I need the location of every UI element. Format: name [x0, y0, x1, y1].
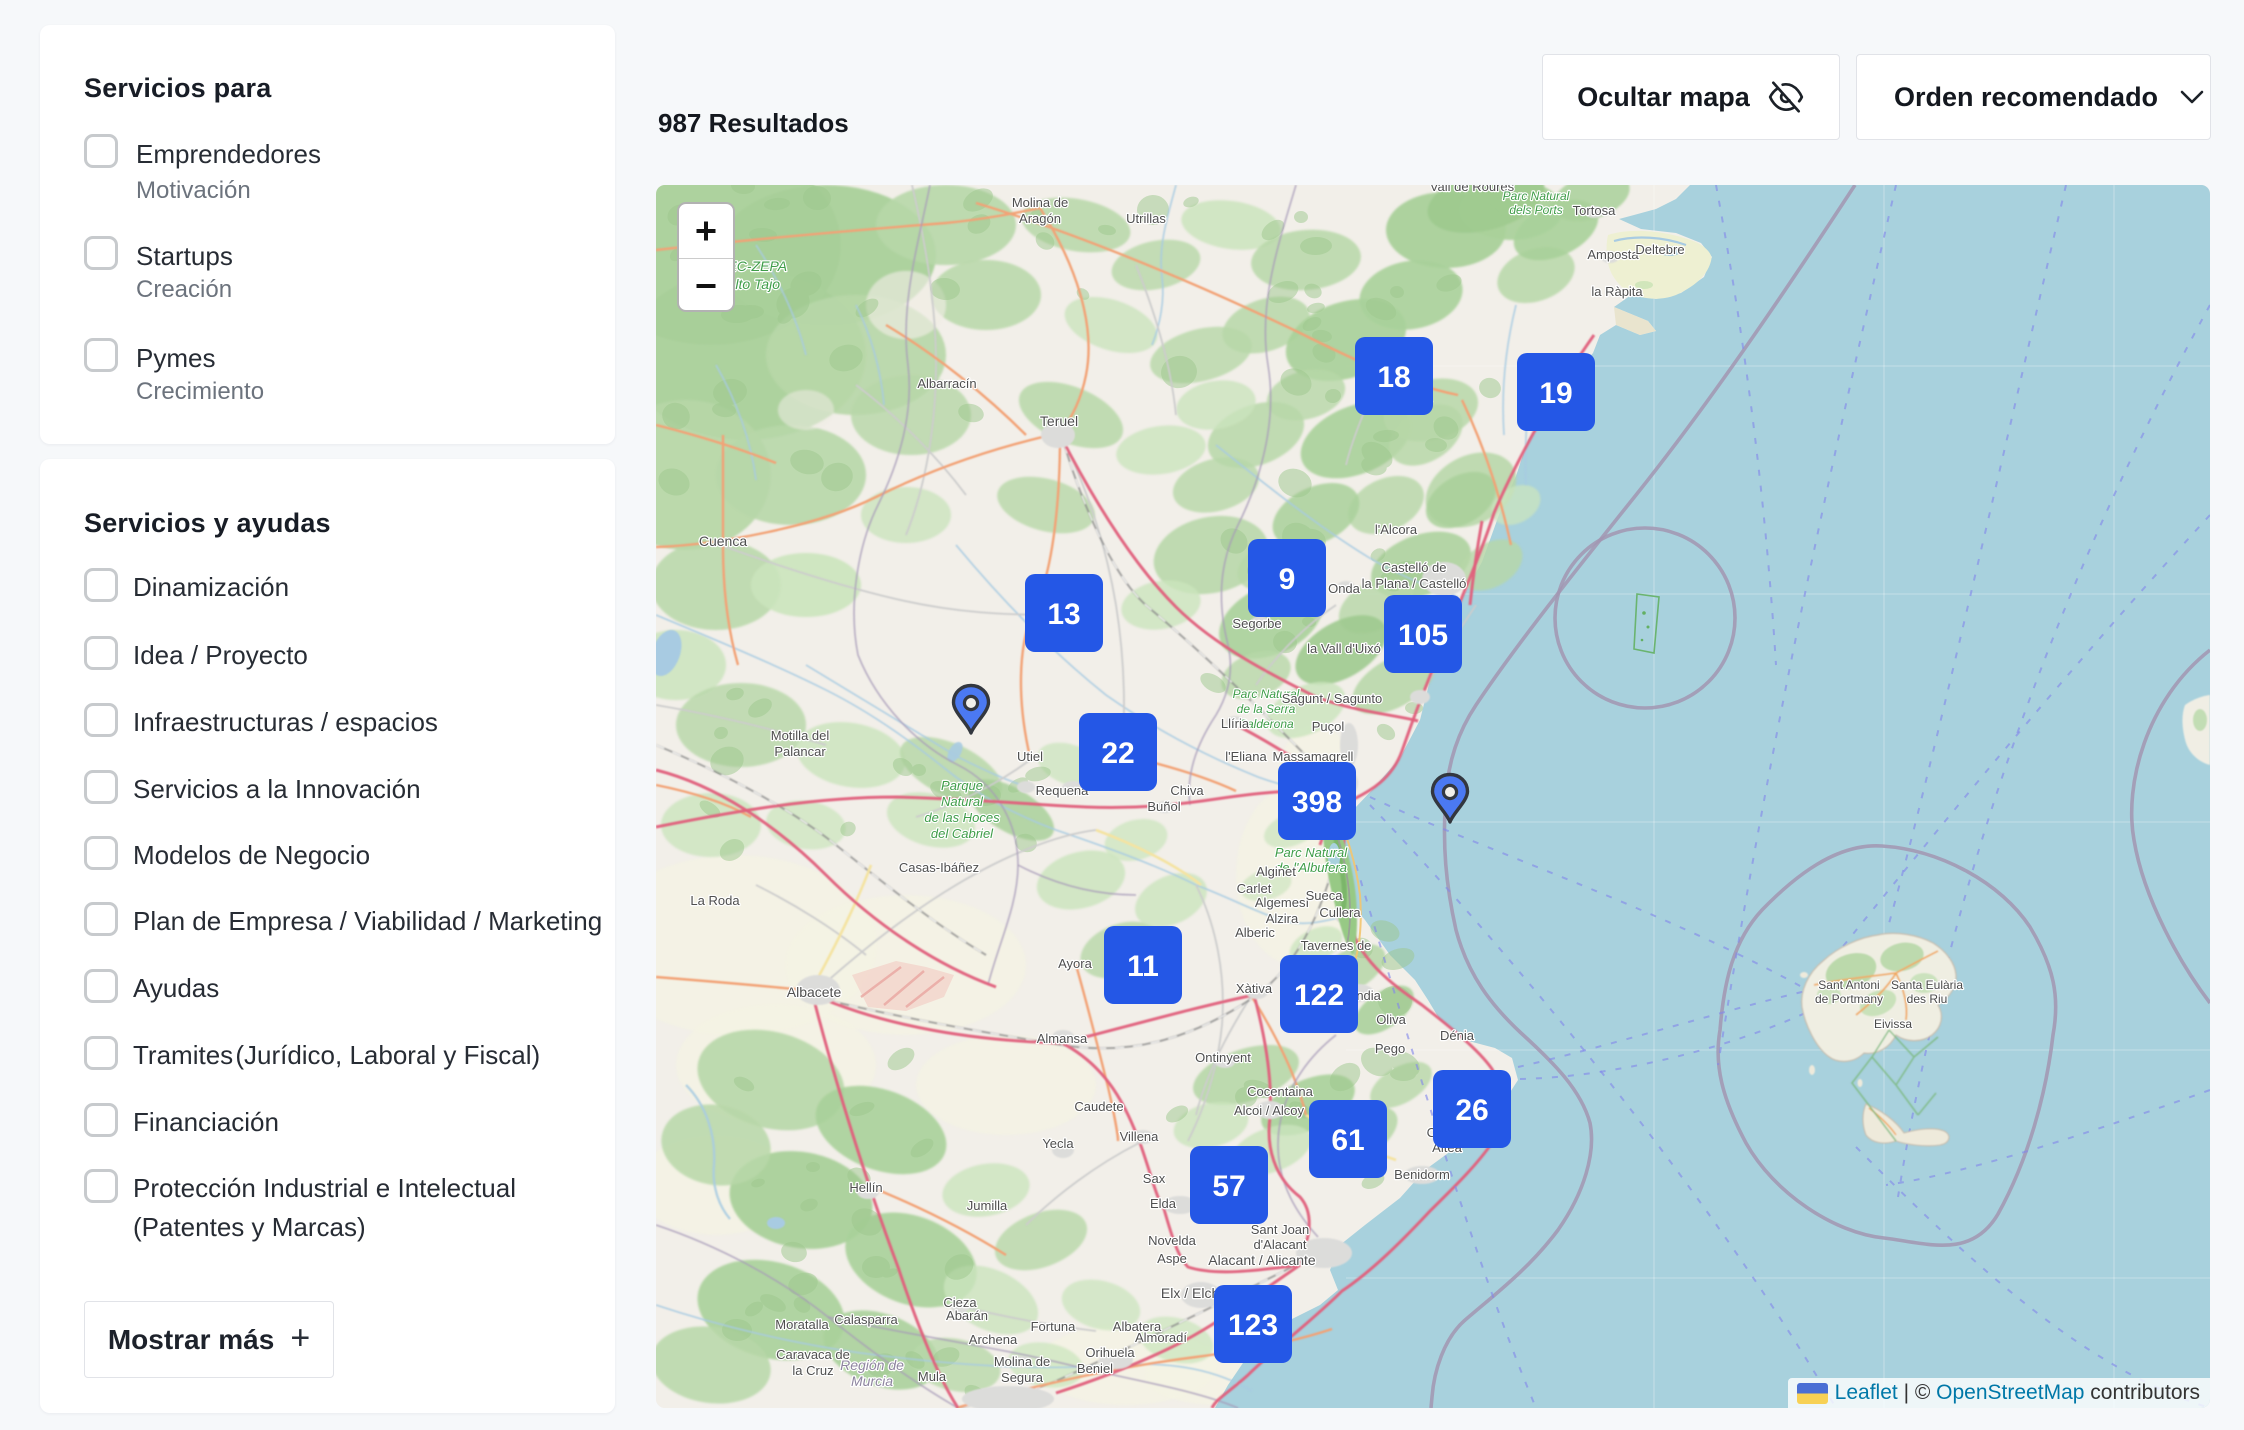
svg-text:Pego: Pego — [1375, 1041, 1405, 1056]
svg-text:Dénia: Dénia — [1440, 1028, 1475, 1043]
svg-text:Molina de: Molina de — [994, 1354, 1050, 1369]
svg-text:Massamagrell: Massamagrell — [1273, 749, 1354, 764]
svg-text:la Cruz: la Cruz — [792, 1363, 833, 1378]
svg-text:13: 13 — [1047, 598, 1080, 631]
svg-text:Novelda: Novelda — [1148, 1233, 1196, 1248]
svg-text:Archena: Archena — [969, 1332, 1018, 1347]
svg-text:de las Hoces: de las Hoces — [924, 810, 1000, 825]
svg-text:Calasparra: Calasparra — [834, 1312, 898, 1327]
svg-text:Aspe: Aspe — [1157, 1251, 1187, 1266]
svg-text:Palancar: Palancar — [774, 744, 826, 759]
svg-text:9: 9 — [1279, 563, 1296, 596]
svg-text:Llíria: Llíria — [1221, 716, 1250, 731]
svg-text:105: 105 — [1398, 619, 1448, 652]
svg-text:La Roda: La Roda — [690, 893, 740, 908]
svg-text:26: 26 — [1455, 1094, 1488, 1127]
svg-text:Almansa: Almansa — [1037, 1031, 1088, 1046]
svg-text:Cuenca: Cuenca — [699, 533, 747, 549]
svg-text:Caudete: Caudete — [1074, 1099, 1123, 1114]
svg-text:Puçol: Puçol — [1312, 719, 1345, 734]
svg-text:Tavernes de: Tavernes de — [1301, 938, 1372, 953]
svg-text:Murcia: Murcia — [851, 1373, 893, 1389]
svg-text:Cocentaina: Cocentaina — [1247, 1084, 1314, 1099]
svg-text:Natural: Natural — [941, 794, 984, 809]
svg-text:l'Eliana: l'Eliana — [1225, 749, 1267, 764]
svg-text:61: 61 — [1331, 1124, 1364, 1157]
svg-text:de Portmany: de Portmany — [1815, 992, 1883, 1006]
svg-text:Utrillas: Utrillas — [1126, 211, 1166, 226]
svg-text:Deltebre: Deltebre — [1635, 242, 1684, 257]
svg-text:Aragón: Aragón — [1019, 211, 1061, 226]
svg-text:18: 18 — [1377, 361, 1410, 394]
svg-text:Mula: Mula — [918, 1369, 947, 1384]
svg-text:Eivissa: Eivissa — [1874, 1017, 1912, 1031]
svg-text:Albacete: Albacete — [787, 984, 842, 1000]
svg-text:Beniel: Beniel — [1077, 1361, 1113, 1376]
svg-text:Alacant / Alicante: Alacant / Alicante — [1208, 1252, 1316, 1268]
svg-text:Sagunt / Sagunto: Sagunt / Sagunto — [1282, 691, 1382, 706]
svg-text:dels Ports: dels Ports — [1509, 203, 1562, 217]
svg-text:d'Alacant: d'Alacant — [1253, 1237, 1306, 1252]
svg-text:Sant Joan: Sant Joan — [1251, 1222, 1310, 1237]
svg-text:123: 123 — [1228, 1309, 1278, 1342]
svg-text:Teruel: Teruel — [1040, 413, 1078, 429]
svg-text:Alzira: Alzira — [1266, 911, 1299, 926]
svg-text:Sueca: Sueca — [1306, 888, 1344, 903]
svg-text:Alginet: Alginet — [1256, 864, 1296, 879]
svg-text:Chiva: Chiva — [1170, 783, 1204, 798]
svg-text:Alcoi / Alcoy: Alcoi / Alcoy — [1234, 1103, 1305, 1118]
svg-text:57: 57 — [1212, 1170, 1245, 1203]
svg-text:Región de: Región de — [840, 1357, 904, 1373]
svg-text:Amposta: Amposta — [1587, 247, 1639, 262]
svg-text:des Riu: des Riu — [1907, 992, 1948, 1006]
svg-text:Caravaca de: Caravaca de — [776, 1347, 850, 1362]
svg-text:Castelló de: Castelló de — [1381, 560, 1446, 575]
svg-text:Albatera: Albatera — [1113, 1319, 1162, 1334]
svg-text:Casas-Ibáñez: Casas-Ibáñez — [899, 860, 979, 875]
svg-text:Xàtiva: Xàtiva — [1236, 981, 1273, 996]
svg-text:Albarracín: Albarracín — [917, 376, 976, 391]
svg-text:Oliva: Oliva — [1376, 1012, 1406, 1027]
svg-text:Yecla: Yecla — [1042, 1136, 1074, 1151]
svg-text:Villena: Villena — [1120, 1129, 1160, 1144]
svg-text:la Vall d'Uixó: la Vall d'Uixó — [1307, 641, 1381, 656]
svg-text:Segura: Segura — [1001, 1370, 1044, 1385]
svg-text:19: 19 — [1539, 377, 1572, 410]
svg-text:Cullera: Cullera — [1319, 905, 1361, 920]
svg-text:Parc Natural: Parc Natural — [1275, 845, 1348, 860]
svg-text:l'Alcora: l'Alcora — [1375, 522, 1418, 537]
svg-text:Sax: Sax — [1143, 1171, 1166, 1186]
svg-text:Sant Antoni: Sant Antoni — [1818, 978, 1879, 992]
svg-text:la Plana / Castelló: la Plana / Castelló — [1362, 576, 1467, 591]
svg-text:Onda: Onda — [1328, 581, 1361, 596]
svg-text:Ayora: Ayora — [1058, 956, 1092, 971]
svg-text:del Cabriel: del Cabriel — [931, 826, 994, 841]
svg-text:Tortosa: Tortosa — [1573, 203, 1616, 218]
svg-text:Parc Natural: Parc Natural — [1503, 189, 1570, 203]
svg-text:la Ràpita: la Ràpita — [1591, 284, 1643, 299]
svg-text:Alberic: Alberic — [1235, 925, 1275, 940]
svg-text:Orihuela: Orihuela — [1085, 1345, 1135, 1360]
svg-text:398: 398 — [1292, 786, 1342, 819]
svg-text:Ontinyent: Ontinyent — [1195, 1050, 1251, 1065]
svg-text:Jumilla: Jumilla — [967, 1198, 1008, 1213]
svg-text:Moratalla: Moratalla — [775, 1317, 829, 1332]
svg-text:Motilla del: Motilla del — [771, 728, 830, 743]
svg-text:11: 11 — [1127, 950, 1159, 983]
svg-text:Segorbe: Segorbe — [1232, 616, 1281, 631]
svg-text:Benidorm: Benidorm — [1394, 1167, 1450, 1182]
svg-text:Algemesí: Algemesí — [1255, 895, 1310, 910]
svg-text:22: 22 — [1101, 737, 1134, 770]
svg-text:Santa Eulària: Santa Eulària — [1891, 978, 1963, 992]
svg-text:Abarán: Abarán — [946, 1308, 988, 1323]
svg-text:Elda: Elda — [1150, 1196, 1177, 1211]
svg-text:Hellín: Hellín — [849, 1180, 882, 1195]
svg-text:Carlet: Carlet — [1237, 881, 1272, 896]
svg-text:Molina de: Molina de — [1012, 195, 1068, 210]
svg-text:Parque: Parque — [941, 778, 983, 793]
svg-text:Buñol: Buñol — [1147, 799, 1180, 814]
svg-text:122: 122 — [1294, 979, 1344, 1012]
svg-text:Fortuna: Fortuna — [1031, 1319, 1077, 1334]
svg-text:Utiel: Utiel — [1017, 749, 1043, 764]
